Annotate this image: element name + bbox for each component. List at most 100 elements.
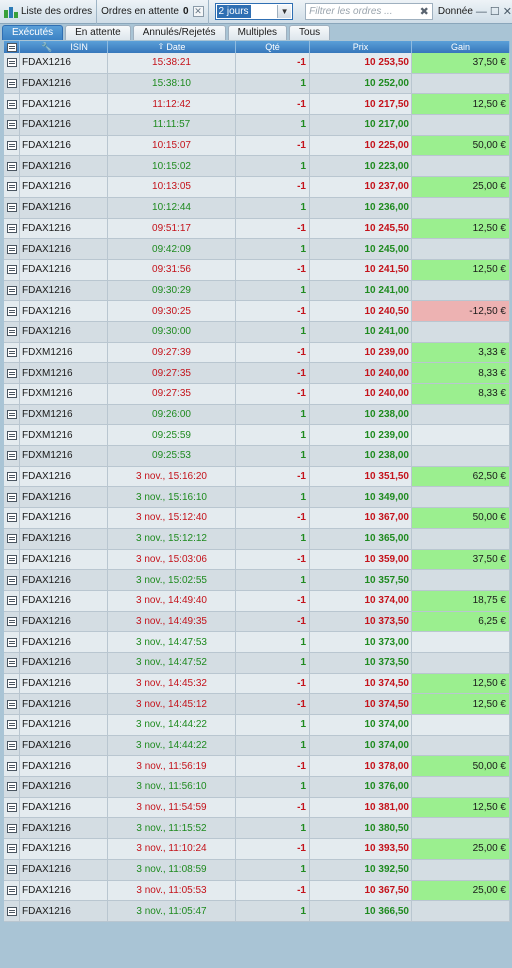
- column-price[interactable]: Prix: [310, 41, 412, 53]
- table-row[interactable]: FDAX1216 3 nov., 11:56:10 1 10 376,00: [4, 777, 510, 798]
- tab-executed[interactable]: Exécutés: [2, 25, 64, 40]
- row-detail-icon-cell[interactable]: [4, 259, 20, 280]
- table-row[interactable]: FDAX1216 3 nov., 14:44:22 1 10 374,00: [4, 715, 510, 736]
- close-window-icon[interactable]: ✕: [503, 5, 512, 18]
- table-row[interactable]: FDXM1216 09:27:35 -1 10 240,00 8,33 €: [4, 384, 510, 405]
- row-detail-icon-cell[interactable]: [4, 197, 20, 218]
- row-detail-icon-cell[interactable]: [4, 528, 20, 549]
- row-detail-icon-cell[interactable]: [4, 590, 20, 611]
- row-detail-icon-cell[interactable]: [4, 611, 20, 632]
- table-row[interactable]: FDAX1216 3 nov., 14:44:22 1 10 374,00: [4, 735, 510, 757]
- row-detail-icon-cell[interactable]: [4, 549, 20, 570]
- row-detail-icon-cell[interactable]: [4, 901, 20, 921]
- table-row[interactable]: FDXM1216 09:27:39 -1 10 239,00 3,33 €: [4, 342, 510, 364]
- table-row[interactable]: FDAX1216 15:38:21 -1 10 253,50 37,50 €: [4, 53, 510, 74]
- column-gain[interactable]: Gain: [412, 41, 510, 53]
- table-row[interactable]: FDAX1216 09:30:25 -1 10 240,50 -12,50 €: [4, 301, 510, 322]
- row-detail-icon-cell[interactable]: [4, 756, 20, 777]
- row-detail-icon-cell[interactable]: [4, 715, 20, 735]
- maximize-icon[interactable]: ☐: [490, 5, 500, 18]
- row-detail-icon-cell[interactable]: [4, 301, 20, 321]
- row-detail-icon-cell[interactable]: [4, 115, 20, 135]
- table-row[interactable]: FDAX1216 3 nov., 14:47:53 1 10 373,00: [4, 632, 510, 653]
- row-detail-icon-cell[interactable]: [4, 94, 20, 115]
- table-row[interactable]: FDXM1216 09:27:35 -1 10 240,00 8,33 €: [4, 363, 510, 384]
- table-row[interactable]: FDAX1216 3 nov., 11:05:53 -1 10 367,50 25,00…: [4, 880, 510, 902]
- tab-pending[interactable]: En attente: [65, 25, 131, 40]
- table-row[interactable]: FDAX1216 09:51:17 -1 10 245,50 12,50 €: [4, 218, 510, 240]
- row-detail-icon-cell[interactable]: [4, 321, 20, 342]
- row-detail-icon-cell[interactable]: [4, 839, 20, 859]
- table-row[interactable]: FDXM1216 09:26:00 1 10 238,00: [4, 404, 510, 426]
- tab-cancelled[interactable]: Annulés/Rejetés: [132, 25, 226, 40]
- row-detail-icon-cell[interactable]: [4, 239, 20, 259]
- table-row[interactable]: FDAX1216 3 nov., 15:03:06 -1 10 359,00 37,50…: [4, 549, 510, 571]
- table-row[interactable]: FDAX1216 09:30:29 1 10 241,00: [4, 280, 510, 302]
- tab-multiple[interactable]: Multiples: [227, 25, 288, 40]
- table-row[interactable]: FDAX1216 3 nov., 14:45:12 -1 10 374,50 12,50…: [4, 694, 510, 715]
- column-isin[interactable]: 🔧 ISIN: [20, 41, 108, 53]
- period-select[interactable]: 2 jours ▼: [214, 3, 294, 20]
- row-detail-icon-cell[interactable]: [4, 135, 20, 156]
- row-detail-icon-cell[interactable]: [4, 673, 20, 694]
- row-detail-icon-cell[interactable]: [4, 777, 20, 797]
- row-detail-icon-cell[interactable]: [4, 508, 20, 528]
- row-detail-icon-cell[interactable]: [4, 73, 20, 94]
- table-row[interactable]: FDAX1216 3 nov., 15:16:10 1 10 349,00: [4, 487, 510, 509]
- row-detail-icon-cell[interactable]: [4, 363, 20, 383]
- row-detail-icon-cell[interactable]: [4, 570, 20, 590]
- row-detail-icon-cell[interactable]: [4, 859, 20, 880]
- row-detail-icon-cell[interactable]: [4, 466, 20, 487]
- table-row[interactable]: FDAX1216 10:12:44 1 10 236,00: [4, 197, 510, 219]
- row-detail-icon-cell[interactable]: [4, 652, 20, 673]
- close-icon[interactable]: ✕: [192, 6, 204, 17]
- row-detail-icon-cell[interactable]: [4, 487, 20, 508]
- table-row[interactable]: FDAX1216 3 nov., 15:12:40 -1 10 367,00 50,00…: [4, 508, 510, 529]
- row-detail-icon-cell[interactable]: [4, 425, 20, 446]
- table-row[interactable]: FDAX1216 3 nov., 11:56:19 -1 10 378,00 50,00…: [4, 756, 510, 778]
- table-row[interactable]: FDAX1216 11:12:42 -1 10 217,50 12,50 €: [4, 94, 510, 116]
- row-detail-icon-cell[interactable]: [4, 218, 20, 239]
- clear-filter-icon[interactable]: ✖: [420, 5, 429, 18]
- table-row[interactable]: FDAX1216 3 nov., 15:16:20 -1 10 351,50 62,50…: [4, 466, 510, 488]
- row-detail-icon-cell[interactable]: [4, 818, 20, 839]
- table-row[interactable]: FDAX1216 11:11:57 1 10 217,00: [4, 115, 510, 136]
- row-detail-icon-cell[interactable]: [4, 156, 20, 177]
- table-row[interactable]: FDXM1216 09:25:53 1 10 238,00: [4, 446, 510, 467]
- table-row[interactable]: FDAX1216 3 nov., 14:49:35 -1 10 373,50 6,25 …: [4, 611, 510, 633]
- table-row[interactable]: FDAX1216 15:38:10 1 10 252,00: [4, 73, 510, 95]
- row-detail-icon-cell[interactable]: [4, 735, 20, 756]
- table-row[interactable]: FDAX1216 3 nov., 11:15:52 1 10 380,50: [4, 818, 510, 840]
- tab-all[interactable]: Tous: [289, 25, 331, 40]
- row-detail-icon-cell[interactable]: [4, 177, 20, 197]
- table-row[interactable]: FDAX1216 3 nov., 14:47:52 1 10 373,50: [4, 652, 510, 674]
- table-row[interactable]: FDAX1216 09:30:00 1 10 241,00: [4, 321, 510, 343]
- row-detail-icon-cell[interactable]: [4, 446, 20, 466]
- table-row[interactable]: FDAX1216 09:42:09 1 10 245,00: [4, 239, 510, 260]
- table-row[interactable]: FDXM1216 09:25:59 1 10 239,00: [4, 425, 510, 447]
- order-list-title[interactable]: Liste des ordres: [0, 0, 98, 24]
- table-row[interactable]: FDAX1216 3 nov., 15:02:55 1 10 357,50: [4, 570, 510, 591]
- column-qty[interactable]: Qté: [236, 41, 310, 53]
- filter-input[interactable]: Filtrer les ordres ... ✖: [305, 3, 433, 20]
- column-date[interactable]: ⇧ Date: [108, 41, 236, 53]
- row-detail-icon-cell[interactable]: [4, 53, 20, 73]
- minimize-icon[interactable]: —: [476, 6, 487, 18]
- table-row[interactable]: FDAX1216 10:13:05 -1 10 237,00 25,00 €: [4, 177, 510, 198]
- chevron-down-icon[interactable]: ▼: [277, 5, 292, 18]
- table-row[interactable]: FDAX1216 3 nov., 14:45:32 -1 10 374,50 12,50…: [4, 673, 510, 695]
- table-row[interactable]: FDAX1216 3 nov., 11:05:47 1 10 366,50: [4, 901, 510, 922]
- table-row[interactable]: FDAX1216 09:31:56 -1 10 241,50 12,50 €: [4, 259, 510, 281]
- table-row[interactable]: FDAX1216 3 nov., 11:08:59 1 10 392,50: [4, 859, 510, 881]
- row-detail-icon-cell[interactable]: [4, 404, 20, 425]
- table-row[interactable]: FDAX1216 3 nov., 11:10:24 -1 10 393,50 25,00…: [4, 839, 510, 860]
- table-row[interactable]: FDAX1216 3 nov., 11:54:59 -1 10 381,00 12,50…: [4, 797, 510, 819]
- row-detail-icon-cell[interactable]: [4, 797, 20, 818]
- row-detail-icon-cell[interactable]: [4, 694, 20, 714]
- table-row[interactable]: FDAX1216 3 nov., 14:49:40 -1 10 374,00 18,75…: [4, 590, 510, 612]
- row-detail-icon-cell[interactable]: [4, 280, 20, 301]
- table-row[interactable]: FDAX1216 10:15:02 1 10 223,00: [4, 156, 510, 178]
- table-row[interactable]: FDAX1216 10:15:07 -1 10 225,00 50,00 €: [4, 135, 510, 157]
- pending-orders-toggle[interactable]: Ordres en attente 0 ✕: [97, 0, 209, 24]
- table-row[interactable]: FDAX1216 3 nov., 15:12:12 1 10 365,00: [4, 528, 510, 550]
